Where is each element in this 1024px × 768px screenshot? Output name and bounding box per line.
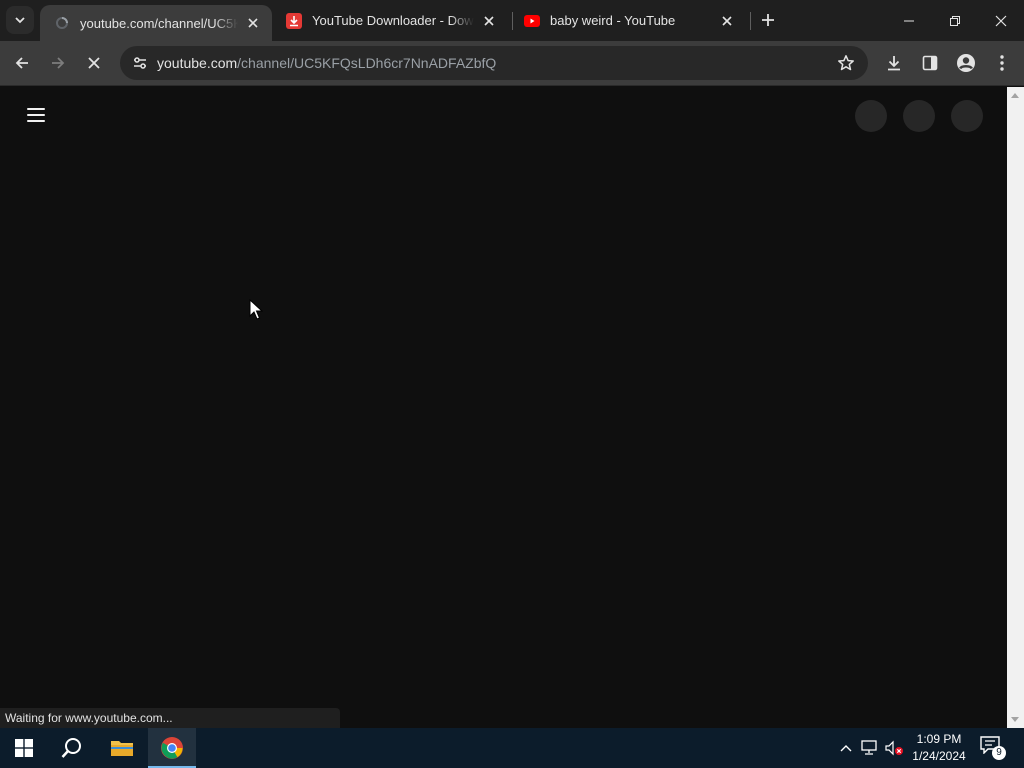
tune-icon (134, 57, 146, 69)
volume-muted-icon (885, 740, 903, 756)
clock-date: 1/24/2024 (912, 749, 966, 763)
clock-time: 1:09 PM (916, 732, 962, 746)
start-button[interactable] (0, 728, 48, 768)
page-scrollbar[interactable] (1007, 87, 1024, 728)
close-tab-icon[interactable] (480, 12, 498, 30)
close-icon (88, 57, 100, 69)
side-panel-icon (922, 55, 938, 71)
skeleton-placeholder (855, 100, 887, 132)
network-icon (861, 740, 877, 755)
tab-strip: youtube.com/channel/UC5KFQsLDh6cr7NnADFA… (0, 0, 1024, 41)
notification-count-badge: 9 (992, 746, 1006, 760)
side-panel-button[interactable] (915, 48, 945, 78)
minimize-icon (904, 20, 914, 21)
url-path: /channel/UC5KFQsLDh6cr7NnADFAZbfQ (237, 55, 497, 71)
chrome-taskbar-button[interactable] (148, 728, 196, 768)
download-icon (888, 56, 900, 71)
skeleton-placeholder (951, 100, 983, 132)
page-content (0, 87, 1007, 728)
guide-menu-button[interactable] (24, 105, 48, 125)
minimize-button[interactable] (886, 0, 932, 41)
profile-button[interactable] (951, 48, 981, 78)
tab-separator (750, 12, 751, 30)
bookmark-button[interactable] (834, 51, 858, 75)
status-bubble: Waiting for www.youtube.com... (0, 708, 340, 728)
url-text[interactable]: youtube.com/channel/UC5KFQsLDh6cr7NnADFA… (157, 55, 496, 71)
chrome-menu-button[interactable] (987, 48, 1017, 78)
youtube-icon (524, 13, 540, 29)
tab-youtube-downloader[interactable]: YouTube Downloader - Download (276, 0, 508, 41)
account-icon (957, 54, 975, 72)
chevron-down-icon (15, 17, 25, 24)
arrow-left-icon (15, 57, 28, 69)
tab-youtube-channel[interactable]: youtube.com/channel/UC5KFQsLDh6cr7NnADFA… (40, 5, 272, 41)
star-icon (838, 55, 854, 71)
search-button[interactable] (48, 728, 96, 768)
menu-icon (27, 114, 45, 116)
menu-icon (27, 108, 45, 110)
more-vert-icon (1000, 55, 1004, 71)
back-button[interactable] (7, 48, 37, 78)
tab-baby-weird[interactable]: baby weird - YouTube (514, 0, 746, 41)
site-settings-button[interactable] (126, 49, 154, 77)
arrow-right-icon (52, 57, 65, 69)
chrome-icon (161, 737, 183, 759)
downloads-button[interactable] (879, 48, 909, 78)
address-bar[interactable]: youtube.com/channel/UC5KFQsLDh6cr7NnADFA… (120, 46, 868, 80)
action-center-button[interactable]: 9 (980, 736, 1006, 760)
tab-title: baby weird - YouTube (550, 13, 676, 28)
tab-separator (512, 12, 513, 30)
new-tab-button[interactable] (756, 8, 780, 32)
chevron-up-icon (840, 745, 852, 752)
tab-title: youtube.com/channel/UC5KFQsLDh6cr7NnADFA… (80, 15, 238, 31)
mouse-cursor-icon (249, 298, 264, 326)
system-clock[interactable]: 1:09 PM 1/24/2024 (908, 731, 970, 765)
restore-button[interactable] (932, 0, 978, 41)
scroll-up-icon[interactable] (1011, 93, 1019, 98)
network-button[interactable] (860, 738, 880, 758)
browser-toolbar: youtube.com/channel/UC5KFQsLDh6cr7NnADFA… (0, 41, 1024, 86)
show-hidden-icons-button[interactable] (836, 738, 856, 758)
close-icon (995, 15, 1007, 26)
scroll-down-icon[interactable] (1011, 717, 1019, 722)
skeleton-placeholder (903, 100, 935, 132)
volume-button[interactable] (884, 738, 904, 758)
tab-search-button[interactable] (6, 6, 34, 34)
restore-icon (950, 15, 960, 26)
close-window-button[interactable] (978, 0, 1024, 41)
windows-taskbar: 1:09 PM 1/24/2024 9 (0, 728, 1024, 768)
menu-icon (27, 120, 45, 122)
file-explorer-button[interactable] (98, 728, 146, 768)
stop-loading-button[interactable] (79, 48, 109, 78)
tab-title: YouTube Downloader - Download (312, 13, 474, 28)
search-icon (61, 738, 81, 758)
url-host: youtube.com (157, 55, 238, 71)
close-tab-icon[interactable] (244, 14, 262, 32)
loading-spinner-icon (54, 15, 70, 31)
download-icon (286, 12, 302, 29)
windows-icon (15, 739, 33, 757)
close-tab-icon[interactable] (718, 12, 736, 30)
folder-icon (111, 741, 133, 756)
forward-button[interactable] (43, 48, 73, 78)
plus-icon (762, 14, 774, 26)
